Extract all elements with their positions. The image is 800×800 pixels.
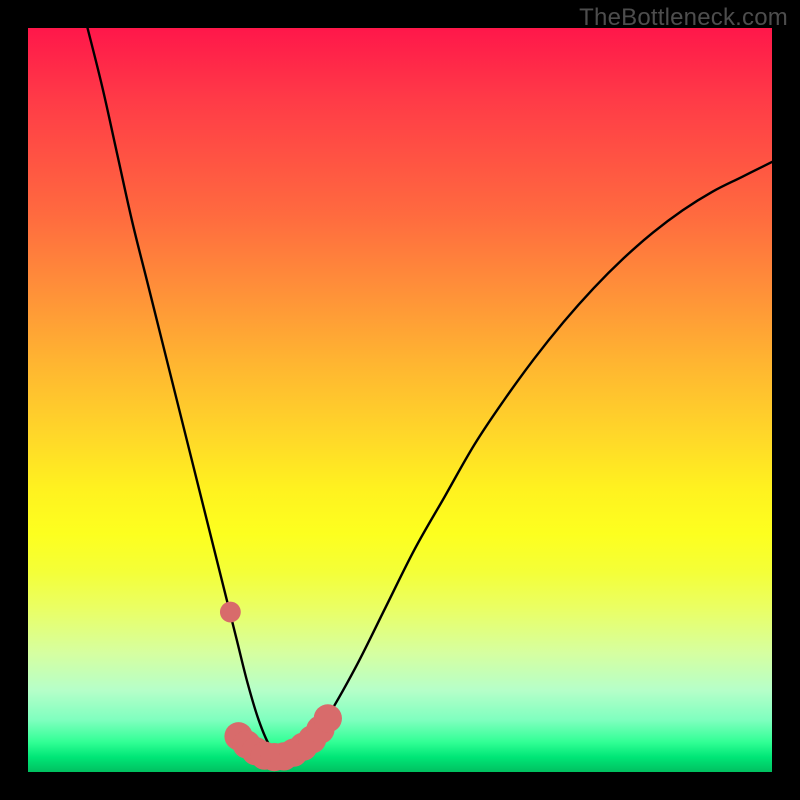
curve-overlay bbox=[28, 28, 772, 772]
highlight-dots bbox=[220, 602, 342, 772]
highlight-dot bbox=[220, 602, 241, 623]
highlight-dot bbox=[314, 704, 342, 732]
bottleneck-curve bbox=[88, 28, 772, 758]
